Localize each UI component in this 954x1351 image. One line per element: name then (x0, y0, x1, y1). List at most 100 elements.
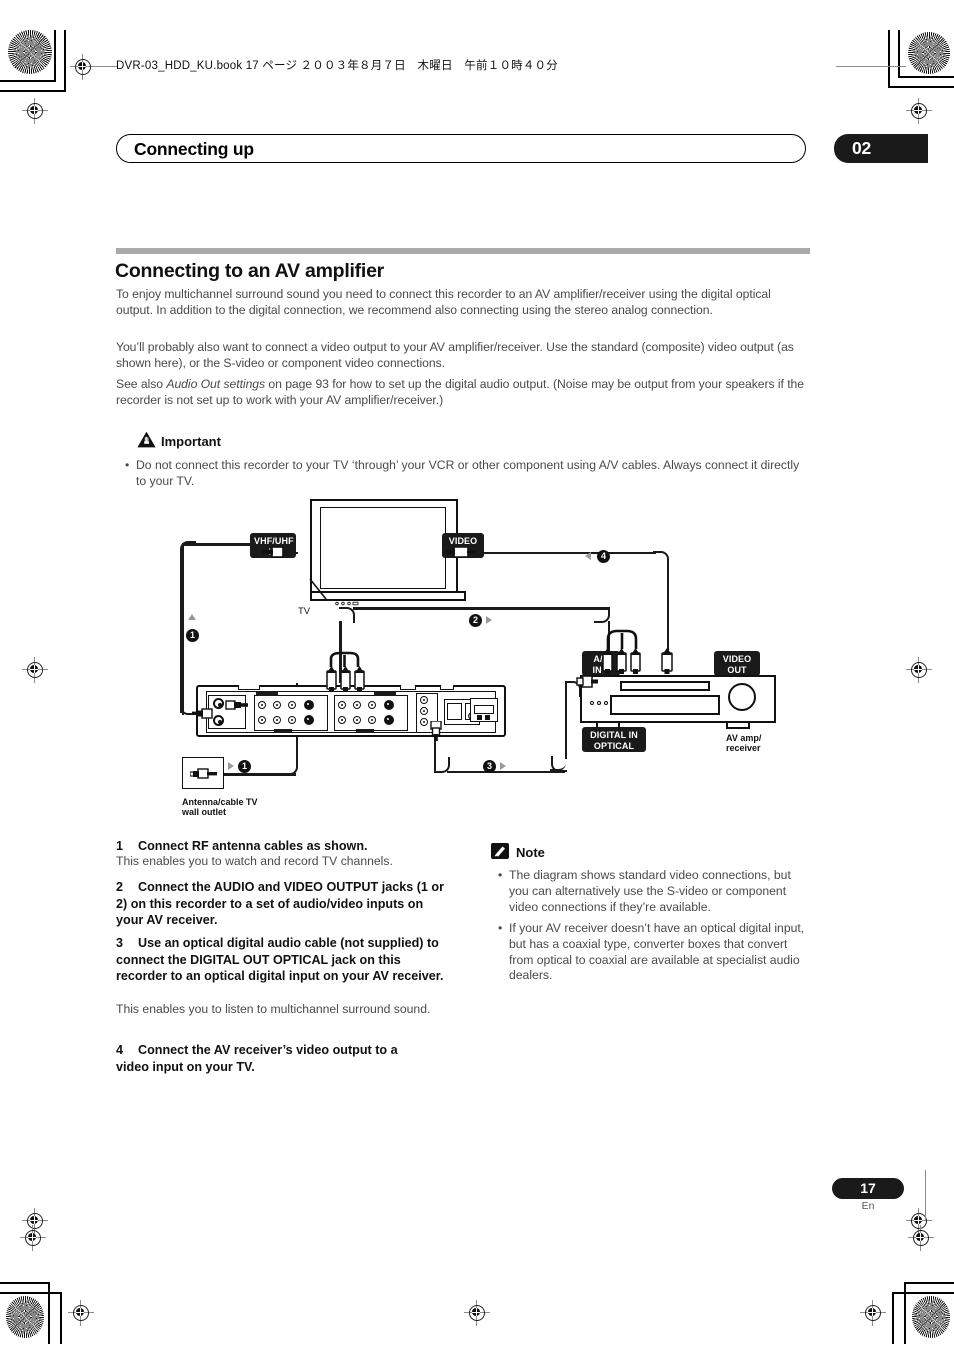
av-amp-foot-right (726, 723, 750, 729)
crop-mark-top-left-v2 (64, 30, 66, 92)
note-bullet-2-marker: • (498, 921, 503, 935)
recorder-jack-l6 (273, 716, 281, 724)
recorder-jack-l4 (304, 700, 314, 710)
recorder-jack-r6 (353, 716, 361, 724)
wire-video-horizontal-to-tv (468, 551, 656, 554)
vhf-uhf-plug (262, 545, 286, 564)
crop-mark-top-left-v (54, 30, 56, 82)
running-head-title: Connecting up (134, 139, 254, 159)
crop-mark-bottom-left-h (0, 1282, 50, 1284)
callout-1-bottom: 1 (238, 760, 251, 773)
important-bullet: • Do not connect this recorder to your T… (125, 458, 809, 489)
wire-outlet-corner (282, 759, 298, 775)
tv-controls (334, 593, 360, 611)
step-4-heading-text: Connect the AV receiver’s video output t… (116, 1043, 398, 1074)
registration-mark-bottom-center (464, 1300, 490, 1326)
recorder-top-notch-right (440, 685, 454, 690)
step-3-heading: 3 Use an optical digital audio cable (not… (116, 935, 448, 985)
recorder-top-notch-left (238, 685, 260, 690)
recorder-label-strip-right (374, 691, 396, 696)
av-amp-indicator-1 (590, 701, 594, 705)
page-number: 17 (860, 1180, 876, 1196)
recorder-jack-r7 (368, 716, 376, 724)
tv-base-slope (308, 578, 328, 601)
plate-video-out: VIDEO OUT (714, 651, 760, 676)
important-title: Important (161, 434, 221, 449)
chapter-tab (834, 134, 928, 163)
crop-mark-top-left-h2 (0, 90, 66, 92)
recorder-label-strip-left (256, 691, 278, 696)
registration-starburst-top-right (908, 32, 950, 74)
recorder-jack-l7 (288, 716, 296, 724)
recorder-label-strip-right2 (356, 729, 374, 733)
intro-paragraph-2: You’ll probably also want to connect a v… (116, 340, 794, 370)
page-title: Connecting to an AV amplifier (115, 260, 385, 282)
amp-optical-plug (576, 673, 598, 696)
note-bullet-1-marker: • (498, 868, 503, 882)
note-bullet-2-text: If your AV receiver doesn’t have an opti… (509, 921, 805, 983)
chapter-number: 02 (852, 138, 872, 158)
recorder-jack-l8 (304, 715, 314, 725)
recorder-jack-r5 (338, 716, 346, 724)
recorder-rca-splitter-wires (324, 645, 370, 672)
header-rule-left (96, 66, 118, 67)
crop-mark-bottom-left-v (48, 1282, 50, 1344)
crop-mark-bottom-left-h2 (0, 1292, 62, 1294)
wire-antenna-vertical (180, 555, 183, 713)
crop-mark-bottom-left-v2 (60, 1292, 62, 1344)
registration-mark-right-upper (906, 98, 932, 124)
step-1-heading-text: Connect RF antenna cables as shown. (138, 839, 368, 853)
page-language: En (861, 1200, 875, 1212)
connection-diagram: TV VHF/UHF IN VIDEO IN (170, 495, 780, 835)
callout-4-arrow (585, 552, 591, 560)
bullet-marker: • (125, 458, 130, 472)
note-bullet-1: • The diagram shows standard video conne… (498, 868, 808, 915)
av-amp-volume-knob (728, 683, 756, 711)
crop-mark-top-right-v2 (898, 30, 900, 78)
av-amp-display-slot (620, 681, 710, 691)
recorder-ant-out-plug (192, 707, 216, 726)
crop-mark-top-right-h2 (888, 86, 954, 88)
registration-mark-bottom-left-outer (20, 1225, 46, 1251)
intro-paragraph-3: See also Audio Out settings on page 93 f… (116, 377, 810, 408)
note-title: Note (516, 845, 545, 860)
section-rule (116, 248, 810, 254)
crop-mark-top-right-h (898, 76, 954, 78)
crop-mark-top-right-v (888, 30, 890, 88)
header-rule-right (836, 66, 906, 67)
document-page: DVR-03_HDD_KU.book 17 ページ ２００３年８月７日 木曜日 … (0, 0, 954, 1351)
recorder-ac-pins (477, 707, 491, 725)
step-2-number: 2 (116, 880, 124, 894)
av-amp-tray (610, 695, 720, 715)
crop-mark-bottom-right-v2 (892, 1292, 894, 1344)
step-1-number: 1 (116, 839, 124, 853)
footer-rule (925, 1170, 926, 1220)
see-also-pre: See also (116, 377, 167, 391)
intro-paragraph-1: To enjoy multichannel surround sound you… (116, 287, 771, 317)
step-3-heading-text: Use an optical digital audio cable (not … (116, 936, 444, 984)
callout-3: 3 (483, 760, 496, 773)
note-bullet-1-text: The diagram shows standard video connect… (509, 868, 791, 914)
step-3-body: This enables you to listen to multichann… (116, 1002, 431, 1016)
wall-outlet-plug (189, 767, 222, 786)
important-bullet-text: Do not connect this recorder to your TV … (136, 458, 800, 488)
av-amp-indicator-3 (604, 701, 608, 705)
step-4-heading: 4 Connect the AV receiver’s video output … (116, 1042, 431, 1075)
registration-mark-left-middle (22, 657, 48, 683)
registration-mark-left-upper (22, 98, 48, 124)
recorder-jack-r4 (384, 700, 394, 710)
pencil-note-icon (491, 843, 509, 859)
step-1-heading: 1 Connect RF antenna cables as shown. (116, 838, 446, 855)
callout-1-top: 1 (186, 629, 199, 642)
av-amp-indicator-2 (597, 701, 601, 705)
recorder-label-strip-left2 (274, 729, 292, 733)
recorder-ant-in-plug (224, 698, 248, 716)
recorder-jack-r3 (368, 701, 376, 709)
callout-2: 2 (469, 614, 482, 627)
step-1-body: This enables you to watch and record TV … (116, 854, 393, 868)
step-4-number: 4 (116, 1043, 124, 1057)
recorder-optical-plug (427, 720, 445, 746)
callout-1-arrow-top (188, 614, 196, 620)
file-header-text: DVR-03_HDD_KU.book 17 ページ ２００３年８月７日 木曜日 … (116, 60, 558, 72)
recorder-jack-r2 (353, 701, 361, 709)
